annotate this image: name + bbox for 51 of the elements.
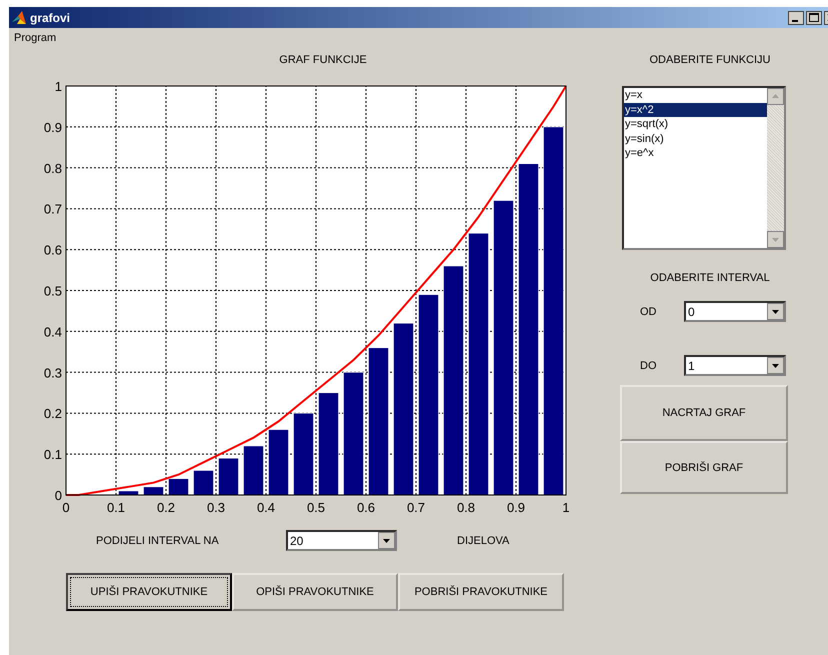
x-tick-label: 0 bbox=[62, 500, 70, 515]
interval-label: ODABERITE INTERVAL bbox=[649, 271, 771, 285]
menu-item[interactable]: Program bbox=[12, 32, 58, 44]
scroll-up-icon[interactable] bbox=[767, 88, 784, 105]
function-list-item[interactable]: y=x^2 bbox=[624, 102, 767, 117]
minimize-icon[interactable] bbox=[788, 10, 804, 24]
x-tick-label: 0.9 bbox=[506, 500, 526, 515]
to-dropdown[interactable]: 1 bbox=[684, 355, 786, 376]
scroll-down-icon[interactable] bbox=[767, 231, 784, 248]
function-list-label: ODABERITE FUNKCIJU bbox=[648, 53, 772, 67]
scroll-bar[interactable] bbox=[767, 88, 784, 248]
chart-title: GRAF FUNKCIJE bbox=[278, 53, 368, 67]
from-label: OD bbox=[639, 306, 658, 318]
y-tick-label: 0.6 bbox=[44, 242, 62, 258]
y-tick-label: 0.7 bbox=[44, 202, 62, 217]
x-tick-label: 0.4 bbox=[256, 500, 276, 515]
action-button[interactable]: NACRTAJ GRAF bbox=[620, 385, 788, 441]
window-title: grafovi bbox=[30, 10, 70, 24]
app-icon bbox=[11, 10, 27, 26]
from-dropdown[interactable]: 0 bbox=[684, 301, 786, 322]
y-tick-label: 0.9 bbox=[44, 120, 62, 135]
maximize-icon[interactable] bbox=[806, 10, 822, 24]
x-tick-label: 0.5 bbox=[306, 500, 326, 515]
x-tick-label: 0.8 bbox=[456, 500, 476, 515]
subdivision-label: PODIJELI INTERVAL NA bbox=[96, 534, 220, 546]
rectangle-button[interactable]: UPIŠI PRAVOKUTNIKE bbox=[66, 573, 232, 611]
function-list-item[interactable]: y=x bbox=[624, 88, 767, 102]
x-tick-label: 0.6 bbox=[356, 500, 376, 515]
function-listbox[interactable]: y=x y=x^2 y=sqrt(x) y=sin(x) y=e^x bbox=[622, 86, 786, 250]
y-tick-label: 0.2 bbox=[44, 406, 62, 422]
y-tick-label: 0.5 bbox=[44, 284, 62, 298]
subdivision-dropdown[interactable]: 20 bbox=[286, 530, 397, 551]
y-tick-label: 0.4 bbox=[44, 324, 62, 340]
function-list-item[interactable]: y=e^x bbox=[624, 146, 767, 160]
subdivision-suffix: DIJELOVA bbox=[457, 534, 510, 546]
action-button[interactable]: POBRIŠI GRAF bbox=[620, 441, 788, 494]
x-tick-label: 0.3 bbox=[206, 500, 226, 515]
function-list-item[interactable]: y=sqrt(x) bbox=[624, 117, 767, 132]
x-tick-label: 0.1 bbox=[106, 500, 126, 515]
y-tick-label: 0.1 bbox=[44, 447, 62, 462]
y-tick-label: 0.3 bbox=[44, 365, 62, 380]
to-label: DO bbox=[639, 360, 658, 372]
rectangle-button[interactable]: OPIŠI PRAVOKUTNIKE bbox=[232, 573, 398, 611]
y-tick-label: 0 bbox=[54, 488, 62, 503]
function-list-item[interactable]: y=sin(x) bbox=[624, 132, 767, 146]
y-tick-label: 1 bbox=[54, 79, 62, 94]
x-tick-label: 1 bbox=[562, 500, 570, 515]
y-tick-label: 0.8 bbox=[44, 160, 62, 176]
x-tick-label: 0.2 bbox=[156, 500, 176, 515]
x-tick-label: 0.7 bbox=[406, 500, 426, 515]
rectangle-button[interactable]: POBRIŠI PRAVOKUTNIKE bbox=[398, 573, 564, 611]
